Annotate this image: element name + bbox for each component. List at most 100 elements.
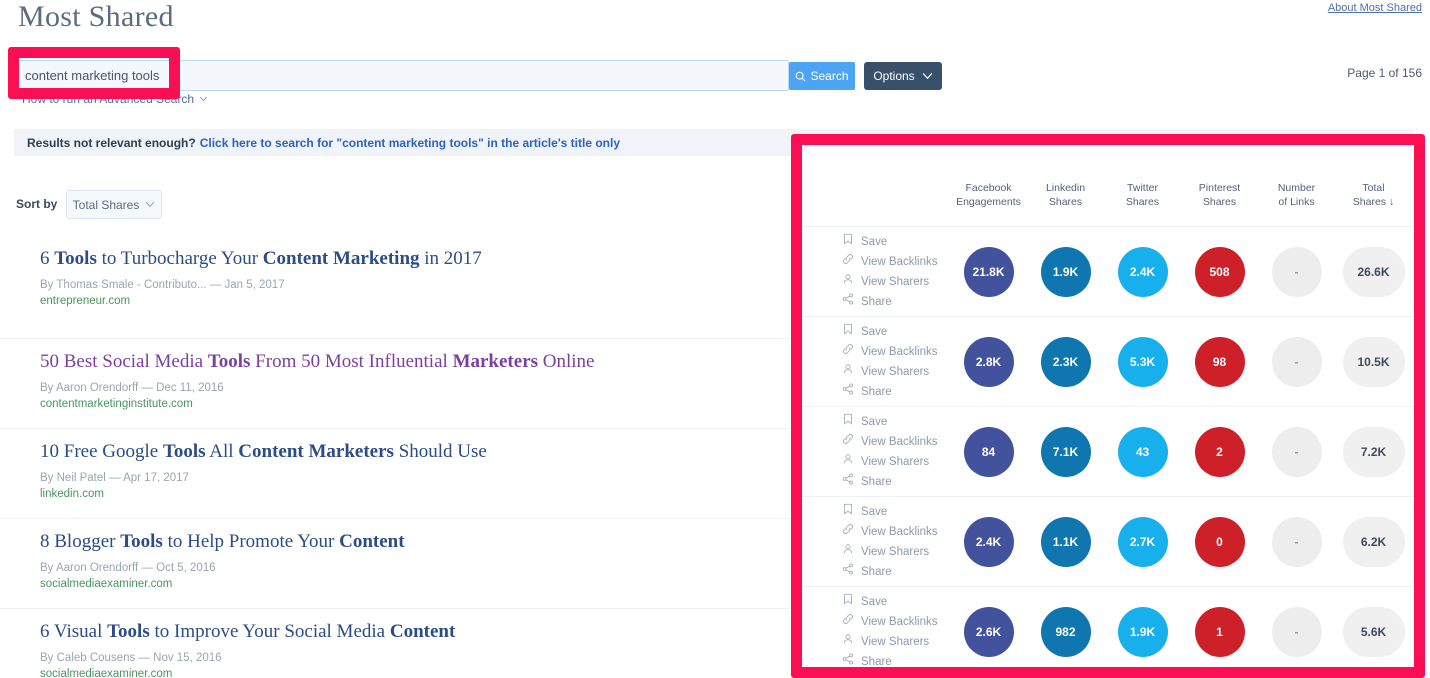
column-header-twitter: Twitter Shares [1104, 181, 1181, 208]
metric-bubble-linkedin: 7.1K [1040, 426, 1091, 477]
metrics-panel: Facebook Engagements Linkedin Shares Twi… [800, 143, 1415, 671]
metric-bubble-twitter: 5.3K [1117, 336, 1168, 387]
metric-bubble-total: 10.5K [1342, 336, 1405, 387]
metric-bubble-facebook: 2.6K [963, 606, 1014, 657]
action-backlinks[interactable]: View Backlinks [842, 612, 950, 632]
result-domain[interactable]: entrepreneur.com [40, 295, 790, 307]
metrics-row: Save View Backlinks View Sharers Share 2.8K 2… [800, 316, 1415, 406]
metrics-rows: Save View Backlinks View Sharers Share 21.8K… [800, 226, 1415, 676]
result-domain[interactable]: socialmediaexaminer.com [40, 578, 790, 590]
action-share[interactable]: Share [842, 472, 950, 492]
action-save[interactable]: Save [842, 412, 950, 432]
metric-bubble-linkedin: 982 [1040, 606, 1091, 657]
metrics-header-row: Facebook Engagements Linkedin Shares Twi… [800, 143, 1415, 208]
column-header-total-shares[interactable]: Total Shares ↓ [1335, 181, 1412, 208]
metric-bubble-facebook: 84 [963, 426, 1014, 477]
results-list: 6 Tools to Turbocharge Your Content Mark… [0, 236, 790, 678]
result-title-text: Online [538, 351, 595, 372]
action-save[interactable]: Save [842, 592, 950, 612]
metric-cell-facebook: 84 [950, 426, 1027, 477]
result-byline: By Neil Patel — Apr 17, 2017 [40, 472, 189, 484]
result-title-text: to Help Promote Your [162, 531, 340, 552]
result-row: 8 Blogger Tools to Help Promote Your Con… [0, 518, 790, 608]
column-header-facebook: Facebook Engagements [950, 181, 1027, 208]
result-title-text: in 2017 [419, 248, 482, 269]
action-share[interactable]: Share [842, 562, 950, 582]
column-header-pinterest-line2: Shares [1202, 196, 1237, 208]
result-title-highlight: Tools [54, 248, 97, 269]
options-button-label: Options [873, 69, 915, 83]
result-title-highlight: Content [389, 621, 456, 642]
result-title-highlight: Content Marketers [238, 441, 394, 462]
column-header-links-line1: Number [1277, 182, 1316, 194]
action-backlinks[interactable]: View Backlinks [842, 522, 950, 542]
action-share[interactable]: Share [842, 292, 950, 312]
result-byline: By Aaron Orendorff — Oct 5, 2016 [40, 562, 216, 574]
result-domain[interactable]: socialmediaexaminer.com [40, 668, 790, 678]
column-header-links: Number of Links [1258, 181, 1335, 208]
action-share-label: Share [861, 475, 892, 488]
advanced-search-link[interactable]: How to run an Advanced Search [22, 92, 208, 106]
action-sharers[interactable]: View Sharers [842, 362, 950, 382]
metric-bubble-total: 26.6K [1342, 246, 1405, 297]
search-button[interactable]: Search [789, 62, 855, 90]
action-share[interactable]: Share [842, 382, 950, 402]
result-title-text: All [205, 441, 239, 462]
column-header-total-line1: Total [1362, 182, 1385, 194]
about-most-shared-link[interactable]: About Most Shared [1328, 2, 1422, 14]
result-domain[interactable]: contentmarketinginstitute.com [40, 398, 790, 410]
action-save-label: Save [861, 325, 888, 338]
advanced-search-label: How to run an Advanced Search [22, 92, 195, 106]
search-input[interactable] [14, 60, 789, 91]
metrics-actions-header [800, 181, 950, 203]
metric-cell-twitter: 5.3K [1104, 336, 1181, 387]
result-title-highlight: Tools [162, 441, 206, 462]
action-backlinks[interactable]: View Backlinks [842, 432, 950, 452]
action-sharers[interactable]: View Sharers [842, 542, 950, 562]
action-sharers[interactable]: View Sharers [842, 452, 950, 472]
action-backlinks[interactable]: View Backlinks [842, 252, 950, 272]
search-field-wrap [14, 60, 789, 91]
action-save[interactable]: Save [842, 502, 950, 522]
metric-cell-pinterest: 2 [1181, 426, 1258, 477]
result-title[interactable]: 10 Free Google Tools All Content Markete… [40, 441, 790, 463]
column-header-linkedin-line2: Shares [1048, 196, 1083, 208]
sharers-icon [842, 272, 854, 292]
result-title[interactable]: 8 Blogger Tools to Help Promote Your Con… [40, 531, 790, 553]
result-title-text: Should Use [393, 441, 487, 462]
action-share[interactable]: Share [842, 652, 950, 672]
result-title[interactable]: 6 Tools to Turbocharge Your Content Mark… [40, 248, 790, 270]
result-title-highlight: Content Marketing [262, 248, 420, 269]
result-title[interactable]: 6 Visual Tools to Improve Your Social Me… [40, 621, 790, 643]
action-backlinks-label: View Backlinks [861, 525, 938, 538]
metric-cell-total: 5.6K [1335, 606, 1412, 657]
row-actions: Save View Backlinks View Sharers Share [800, 502, 950, 582]
metric-bubble-pinterest: 508 [1194, 246, 1245, 297]
metric-bubble-linkedin: 1.9K [1040, 246, 1091, 297]
sharers-icon [842, 632, 854, 652]
metric-cell-pinterest: 98 [1181, 336, 1258, 387]
chevron-down-icon [199, 96, 208, 102]
share-icon [842, 292, 854, 312]
result-domain[interactable]: linkedin.com [40, 488, 790, 500]
metric-cell-pinterest: 0 [1181, 516, 1258, 567]
action-backlinks-label: View Backlinks [861, 345, 938, 358]
column-header-links-line2: of Links [1278, 196, 1315, 208]
action-sharers[interactable]: View Sharers [842, 272, 950, 292]
metric-cell-linkedin: 1.1K [1027, 516, 1104, 567]
notice-title-search-link[interactable]: Click here to search for "content market… [200, 136, 620, 150]
metric-cell-total: 7.2K [1335, 426, 1412, 477]
metric-cell-facebook: 21.8K [950, 246, 1027, 297]
action-sharers[interactable]: View Sharers [842, 632, 950, 652]
metric-bubble-total: 7.2K [1342, 426, 1405, 477]
action-save[interactable]: Save [842, 322, 950, 342]
result-title[interactable]: 50 Best Social Media Tools From 50 Most … [40, 351, 790, 373]
options-button[interactable]: Options [864, 62, 942, 90]
backlinks-icon [842, 342, 854, 362]
backlinks-icon [842, 522, 854, 542]
sort-by-select[interactable]: Total Shares [66, 190, 162, 219]
metric-bubble-links: - [1271, 516, 1322, 567]
action-save[interactable]: Save [842, 232, 950, 252]
action-backlinks[interactable]: View Backlinks [842, 342, 950, 362]
metric-bubble-twitter: 43 [1117, 426, 1168, 477]
